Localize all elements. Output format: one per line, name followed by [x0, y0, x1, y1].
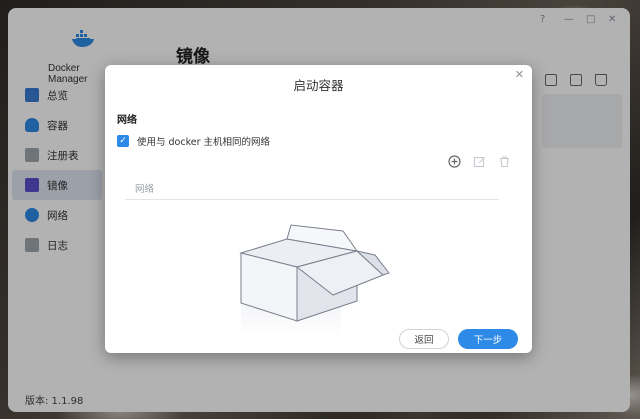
section-title-network: 网络	[117, 115, 137, 126]
edit-icon	[473, 156, 485, 168]
close-icon[interactable]: ✕	[515, 68, 524, 81]
back-button[interactable]: 返回	[399, 329, 449, 349]
empty-box-illustration	[239, 224, 390, 337]
delete-icon	[500, 156, 509, 168]
next-button[interactable]: 下一步	[458, 329, 518, 349]
add-icon[interactable]	[448, 155, 461, 168]
start-container-dialog: 启动容器 ✕ 网络 ✓ 使用与 docker 主机相同的网络 网络 返回 下一步	[105, 65, 532, 353]
dialog-title: 启动容器	[293, 78, 344, 93]
table-divider	[125, 199, 499, 200]
host-network-checkbox[interactable]: ✓	[117, 135, 129, 147]
table-column-network: 网络	[135, 184, 155, 195]
host-network-checkbox-label[interactable]: 使用与 docker 主机相同的网络	[137, 134, 270, 148]
